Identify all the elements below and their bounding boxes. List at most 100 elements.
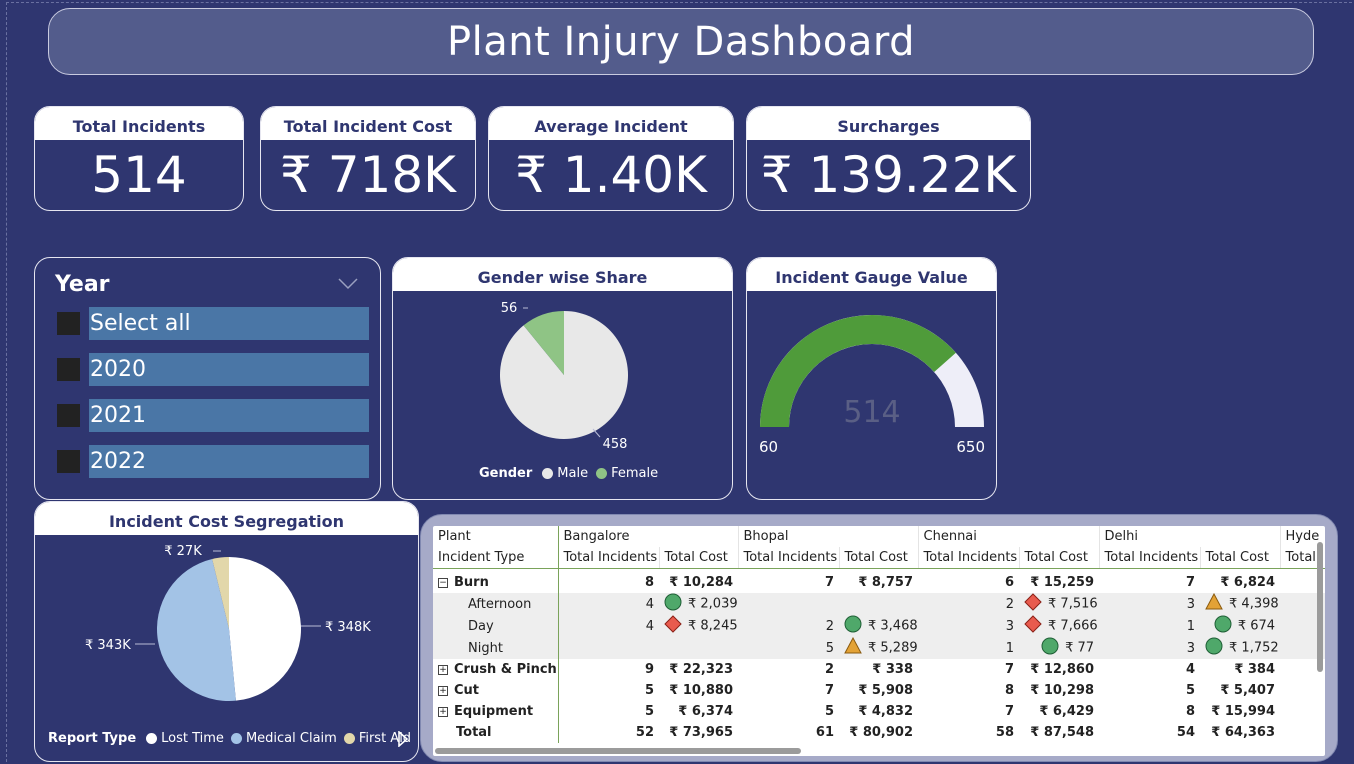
row-header[interactable]: + Cut (433, 680, 559, 701)
cell-value: ₹ 10,284 (669, 575, 733, 590)
kpi-value: ₹ 1.40K (515, 146, 707, 204)
cell-value: ₹ 7,516 (1048, 596, 1098, 612)
cell-value: ₹ 5,908 (858, 683, 914, 698)
cell-value: 7 (824, 575, 834, 590)
cell-total-cost (839, 593, 919, 615)
vertical-scrollbar[interactable] (1317, 542, 1323, 672)
lost-time-value-label: ₹ 348K (325, 620, 371, 635)
pie-slice-lost-time[interactable] (229, 557, 301, 701)
checkbox[interactable] (57, 358, 80, 381)
legend-label-lost-time: Lost Time (161, 731, 224, 746)
cell-total-incidents: 9 (558, 659, 659, 680)
chevron-down-icon[interactable] (338, 278, 358, 290)
cell-value: 1 (1186, 618, 1196, 634)
cell-value: ₹ 6,374 (678, 704, 733, 719)
collapse-icon[interactable]: − (438, 578, 448, 588)
cell-total-incidents: 4 (558, 615, 659, 637)
kpi-card-total-incidents: Total Incidents 514 (34, 106, 244, 211)
gauge-min-label: 60 (759, 438, 778, 456)
row-header[interactable]: + Crush & Pinch (433, 659, 559, 680)
column-header-plant[interactable]: Bhopal (738, 526, 919, 547)
gauge-chart: 514 60 650 (759, 315, 985, 456)
checkbox[interactable] (57, 404, 80, 427)
medical-claim-value-label: ₹ 343K (85, 638, 131, 653)
column-header-total-cost[interactable]: Total Cost (839, 547, 919, 569)
horizontal-scrollbar[interactable] (435, 748, 801, 754)
cell-total-incidents: 4 (558, 593, 659, 615)
cell-value: 61 (815, 725, 834, 740)
expand-icon[interactable]: + (438, 707, 448, 717)
cell-value: 7 (1004, 704, 1015, 719)
cell-total-cost: ₹ 10,880 (659, 680, 738, 701)
cell-total-incidents: 8 (1099, 701, 1200, 722)
column-header-plant[interactable]: Bangalore (558, 526, 739, 547)
table-row: Afternoon 4 ₹ 2,039 2 ₹ 7,516 3 ₹ 4,398 (433, 593, 1325, 615)
column-header-total-incidents[interactable]: Total Incidents (738, 547, 840, 569)
cell-value: ₹ 8,757 (858, 575, 914, 590)
matrix-header-plants: Plant Bangalore Bhopal Chennai Delhi Hyde (433, 526, 1325, 547)
cell-total-cost: ₹ 10,298 (1019, 680, 1099, 701)
legend-next-icon[interactable] (397, 731, 409, 747)
checkbox[interactable] (57, 312, 80, 335)
cell-value: ₹ 338 (872, 662, 914, 677)
slicer-item-label: 2021 (89, 399, 369, 432)
cell-total-cost: ₹ 87,548 (1019, 722, 1099, 743)
column-header-plant[interactable]: Delhi (1099, 526, 1281, 547)
slicer-item-2020[interactable]: 2020 (57, 353, 369, 386)
slicer-item-select-all[interactable]: Select all (57, 307, 369, 340)
column-header-total-incidents[interactable]: Total Incidents (558, 547, 660, 569)
cell-total-cost: ₹ 2,039 (659, 593, 738, 615)
cell-total-cost: ₹ 6,429 (1019, 701, 1099, 722)
expand-icon[interactable]: + (438, 686, 448, 696)
circle-indicator-icon (844, 615, 862, 637)
slicer-item-2022[interactable]: 2022 (57, 445, 369, 478)
slicer-item-2021[interactable]: 2021 (57, 399, 369, 432)
cell-value: 5 (825, 640, 834, 656)
row-header[interactable]: + Equipment (433, 701, 559, 722)
checkbox[interactable] (57, 450, 80, 473)
cell-total-incidents: 54 (1099, 722, 1200, 743)
kpi-label: Total Incidents (35, 107, 243, 140)
matrix-table-container[interactable]: Plant Bangalore Bhopal Chennai Delhi Hyde Inci… (433, 526, 1325, 756)
row-header: Total (433, 722, 559, 743)
column-header-total-cost[interactable]: Total Cost (1019, 547, 1100, 569)
expand-icon[interactable]: + (438, 665, 448, 675)
cell-total-incidents: 7 (738, 680, 839, 701)
gauge-max-label: 650 (956, 438, 985, 456)
column-header-total-incidents[interactable]: Total Incidents (918, 547, 1020, 569)
cell-total-cost: ₹ 7,666 (1019, 615, 1100, 637)
cost-pie-chart: ₹ 27K ₹ 348K ₹ 343K (85, 544, 371, 701)
column-header-plant[interactable]: Chennai (918, 526, 1100, 547)
cell-total-incidents: 3 (1099, 593, 1201, 615)
cell-value: 4 (1185, 662, 1196, 677)
diamond-indicator-icon (1024, 615, 1042, 637)
row-label: Burn (454, 575, 489, 590)
column-header-total-incidents[interactable]: Total Incidents (1099, 547, 1201, 569)
legend-title: Report Type (48, 731, 137, 746)
cell-total-cost: ₹ 8,757 (839, 572, 918, 593)
cell-value: ₹ 12,860 (1030, 662, 1095, 677)
row-header: Afternoon (433, 593, 559, 615)
cell-value: 8 (1185, 704, 1196, 719)
cell-total-incidents: 5 (558, 701, 659, 722)
cell-total-cost: ₹ 80,902 (839, 722, 918, 743)
cell-total-cost: ₹ 3,468 (839, 615, 919, 637)
table-row: + Crush & Pinch 9 ₹ 22,323 2 ₹ 338 7 ₹ 12,860 4 ₹… (433, 659, 1325, 680)
column-header-total-cost[interactable]: Total Cost (659, 547, 739, 569)
kpi-card-average-incident: Average Incident ₹ 1.40K (488, 106, 734, 211)
cell-value: 9 (644, 662, 654, 677)
cell-total-cost: ₹ 64,363 (1200, 722, 1280, 743)
slicer-item-label: 2020 (89, 353, 369, 386)
row-header[interactable]: − Burn (433, 572, 559, 593)
first-aid-value-label: ₹ 27K (164, 544, 202, 559)
cell-value: ₹ 3,468 (868, 618, 918, 634)
column-header-total-cost[interactable]: Total Cost (1200, 547, 1281, 569)
cell-value: ₹ 15,994 (1211, 704, 1276, 719)
circle-indicator-icon (664, 593, 682, 615)
cell-value: ₹ 4,398 (1229, 596, 1279, 612)
cell-value: ₹ 15,259 (1030, 575, 1095, 590)
cell-value: ₹ 77 (1065, 640, 1095, 656)
cell-total-incidents: 7 (738, 572, 839, 593)
diamond-indicator-icon (664, 615, 682, 637)
female-legend-dot (596, 468, 608, 479)
